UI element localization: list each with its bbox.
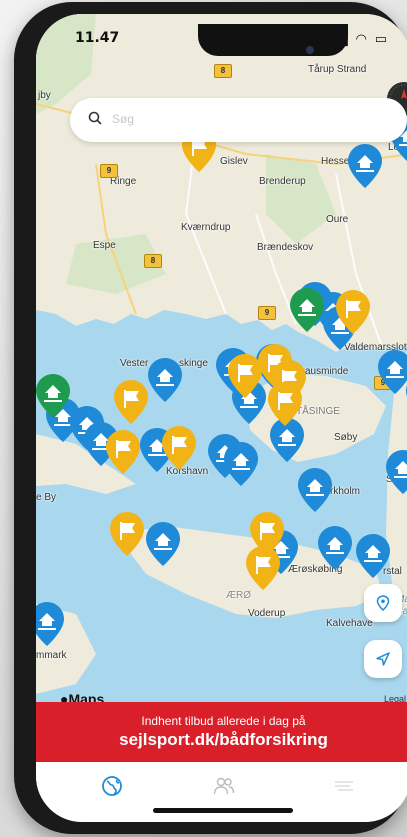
navigation-arrow-icon [376,652,390,666]
location-pin-icon [376,595,390,611]
tab-menu[interactable] [324,774,364,798]
menu-icon [335,781,353,791]
harbor-pin-blue[interactable] [36,602,64,646]
users-icon [213,777,235,795]
harbor-pin-blue[interactable] [318,526,352,570]
harbor-pin-blue[interactable] [146,522,180,566]
search-icon [88,111,102,125]
search-placeholder: Søg [112,112,135,126]
globe-icon [102,776,122,796]
screen: Tårup Strand jby Loha Gislev Hesse Ringe… [36,14,407,822]
tab-map[interactable] [92,774,132,798]
harbor-pin-blue[interactable] [348,144,382,188]
banner-line-2: sejlsport.dk/bådforsikring [119,730,328,749]
phone-frame: Tårup Strand jby Loha Gislev Hesse Ringe… [14,2,407,834]
anchorage-pin-yellow[interactable] [106,430,140,474]
home-indicator [153,808,293,813]
search-bar[interactable]: Søg [70,98,407,142]
banner-line-1: Indhent tilbud allerede i dag på [141,714,306,728]
tab-bar [36,762,407,822]
status-icons: ▂▄▆ ◠ ▭ [313,32,389,47]
harbor-pin-blue[interactable] [270,418,304,462]
anchorage-pin-yellow[interactable] [114,380,148,424]
harbor-pin-blue[interactable] [298,468,332,512]
add-location-button[interactable] [364,584,402,622]
promo-banner[interactable]: Indhent tilbud allerede i dag på sejlspo… [36,702,407,762]
anchorage-pin-yellow[interactable] [246,546,280,590]
harbor-pin-blue[interactable] [378,350,407,394]
harbor-pin-blue[interactable] [356,534,390,578]
status-bar: 11.47 ▂▄▆ ◠ ▭ [36,30,407,50]
my-location-button[interactable] [364,640,402,678]
tab-users[interactable] [204,774,244,798]
status-time: 11.47 [75,30,120,46]
harbor-pin-blue[interactable] [386,450,407,494]
anchorage-pin-yellow[interactable] [162,426,196,470]
harbor-pin-green[interactable] [290,288,324,332]
harbor-pin-blue[interactable] [224,442,258,486]
anchorage-pin-yellow[interactable] [268,382,302,426]
anchorage-pin-yellow[interactable] [110,512,144,556]
harbor-pin-blue[interactable] [148,358,182,402]
